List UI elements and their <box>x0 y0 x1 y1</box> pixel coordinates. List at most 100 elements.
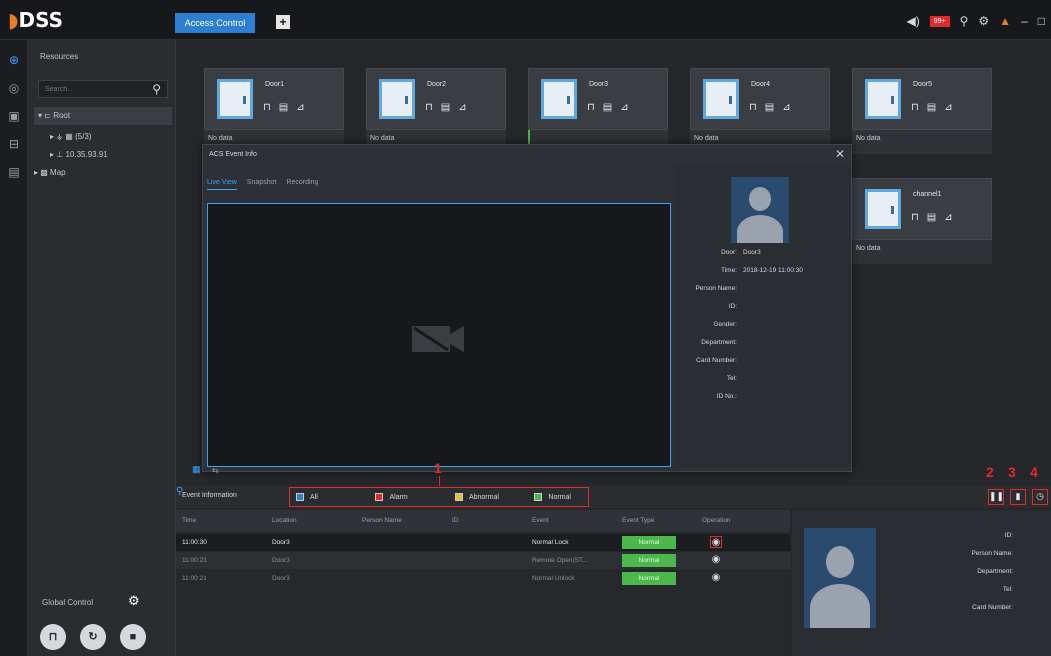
table-row[interactable]: 11:00:21 Door3 Normal Unlock Normal ◉ <box>176 570 790 587</box>
top-bar: ◗DSS Access Control + ◀) 99+ ⚲ ⚙ ▲ – □ <box>0 0 1051 40</box>
add-tab-button[interactable]: + <box>276 15 290 29</box>
checkbox-icon[interactable] <box>534 493 543 501</box>
door-action-icons[interactable]: ⊓▤⊿ <box>911 212 961 223</box>
filter-normal[interactable]: Normal <box>528 493 588 501</box>
speaker-icon[interactable]: ◀) <box>907 14 920 28</box>
tab-access-control[interactable]: Access Control <box>175 13 255 33</box>
eye-icon[interactable]: ◉ <box>710 554 722 566</box>
warning-icon[interactable]: ▲ <box>999 14 1011 28</box>
org-icon: ⚶ <box>56 132 64 141</box>
filter-abnormal[interactable]: Abnormal <box>449 493 528 501</box>
person-tel-label: Tel: <box>1002 586 1013 593</box>
door-card[interactable]: channel1 ⊓▤⊿ <box>852 178 992 240</box>
minimize-icon[interactable]: – <box>1021 14 1028 28</box>
annotation-1: 1 <box>434 460 442 476</box>
tab-recording[interactable]: Recording <box>286 179 318 190</box>
door-action-icons[interactable]: ⊓▤⊿ <box>587 102 637 113</box>
grid-view-icon[interactable]: ▦ <box>192 464 201 475</box>
close-all-button[interactable]: ■ <box>120 624 146 650</box>
search-icon[interactable]: ⚲ <box>152 82 161 96</box>
folder-icon: ⊏ <box>44 111 51 120</box>
annotation-4: 4 <box>1030 464 1038 480</box>
checkbox-icon[interactable] <box>296 493 304 501</box>
lock-icon[interactable]: ⊟ <box>6 136 22 152</box>
person-card-number-label: Card Number: <box>972 604 1013 611</box>
global-control-gear-icon[interactable]: ⚙ <box>128 593 140 609</box>
alarm-badge[interactable]: 99+ <box>929 15 950 27</box>
top-right-controls: ◀) 99+ ⚲ ⚙ ▲ – □ <box>907 12 1046 30</box>
table-row[interactable]: 11:00:21 Door3 Remote Open(ST... Normal … <box>176 552 790 569</box>
door-name: Door1 <box>265 81 285 88</box>
device-group-icon: ▦ <box>65 132 73 141</box>
event-info-title: Event Information <box>182 492 237 499</box>
door-name: Door4 <box>751 81 771 88</box>
maximize-icon[interactable]: □ <box>1038 14 1045 28</box>
user-icon[interactable]: ⚲ <box>960 14 969 28</box>
event-type-badge: Normal <box>622 536 676 549</box>
door-action-icons[interactable]: ⊓▤⊿ <box>749 102 799 113</box>
document-icon[interactable]: ▤ <box>6 164 22 180</box>
tab-snapshot[interactable]: Snapshot <box>247 179 277 190</box>
refresh-button[interactable]: ↻ <box>80 624 106 650</box>
info-id-no: ID No.: <box>716 393 737 400</box>
door-status: No data <box>852 240 992 264</box>
annotation-3: 3 <box>1008 464 1016 480</box>
left-rail: ⊕ ◎ ▣ ⊟ ▤ <box>0 40 28 656</box>
door-status: No data <box>852 130 992 154</box>
main-area: Door1 ⊓▤⊿ No data Door2 ⊓▤⊿ No data Door… <box>176 40 1051 656</box>
live-video-pane[interactable] <box>207 203 671 467</box>
door-icon <box>703 79 739 119</box>
pause-button[interactable]: ❚❚ <box>988 489 1004 505</box>
event-type-badge: Normal <box>622 554 676 567</box>
eye-icon[interactable]: ◉ <box>710 572 722 584</box>
door-action-icons[interactable]: ⊓▤⊿ <box>263 102 313 113</box>
global-control-label: Global Control <box>42 598 94 607</box>
checkbox-icon[interactable] <box>454 493 463 501</box>
door-icon <box>865 79 901 119</box>
door-card[interactable]: Door3 ⊓▤⊿ <box>528 68 668 130</box>
no-video-icon <box>412 326 464 352</box>
table-row[interactable]: 11:00:30 Door3 Normal Lock Normal ◉ <box>176 534 790 551</box>
door-action-icons[interactable]: ⊓▤⊿ <box>425 102 475 113</box>
door-name: channel1 <box>913 191 942 198</box>
event-table: Time Location Person Name ID Event Event… <box>176 510 790 656</box>
door-card[interactable]: Door1 ⊓▤⊿ <box>204 68 344 130</box>
person-avatar <box>804 528 876 628</box>
device-icon[interactable]: ▣ <box>6 108 22 124</box>
eye-icon[interactable]: ◉ <box>710 536 722 548</box>
history-button[interactable]: ◷ <box>1032 489 1048 505</box>
search-input[interactable] <box>39 81 139 97</box>
tree-item-map[interactable]: ▸ ▩ Map <box>34 168 66 177</box>
acs-event-info-dialog: ACS Event Info ✕ Live View Snapshot Reco… <box>202 144 852 472</box>
door-card[interactable]: Door4 ⊓▤⊿ <box>690 68 830 130</box>
door-name: Door5 <box>913 81 933 88</box>
person-name-label: Person Name: <box>971 550 1013 557</box>
tab-live-view[interactable]: Live View <box>207 179 237 190</box>
gear-icon[interactable]: ⚙ <box>978 14 989 28</box>
checkbox-icon[interactable] <box>375 493 384 501</box>
alarm-icon[interactable]: ◎ <box>6 80 22 96</box>
dialog-tabs: Live View Snapshot Recording <box>207 179 318 190</box>
door-card[interactable]: Door2 ⊓▤⊿ <box>366 68 506 130</box>
dialog-title: ACS Event Info <box>209 151 257 158</box>
door-icon <box>379 79 415 119</box>
resources-icon[interactable]: ⊕ <box>6 52 22 68</box>
door-icon <box>217 79 253 119</box>
tree-item-group[interactable]: ▸ ⚶ ▦ (5/3) <box>50 132 92 141</box>
map-icon: ▩ <box>40 168 48 177</box>
door-name: Door3 <box>589 81 609 88</box>
list-view-icon[interactable]: ⇆ <box>212 466 219 475</box>
tree-item-device[interactable]: ▸ ⊥ 10.35.93.91 <box>50 150 108 159</box>
tree-item-root[interactable]: ▾ ⊏ Root <box>34 107 172 125</box>
door-card[interactable]: Door5 ⊓▤⊿ <box>852 68 992 130</box>
person-id-label: ID: <box>1004 532 1013 539</box>
clear-button[interactable]: ▮ <box>1010 489 1026 505</box>
info-id: ID: <box>728 303 737 310</box>
filter-alarm[interactable]: Alarm <box>369 493 448 501</box>
filter-all[interactable]: All <box>290 493 369 501</box>
open-all-button[interactable]: ⊓ <box>40 624 66 650</box>
app-window: ◗DSS Access Control + ◀) 99+ ⚲ ⚙ ▲ – □ ⊕… <box>0 0 1051 656</box>
door-action-icons[interactable]: ⊓▤⊿ <box>911 102 961 113</box>
resources-search: ⚲ <box>38 80 168 98</box>
close-icon[interactable]: ✕ <box>835 147 845 161</box>
